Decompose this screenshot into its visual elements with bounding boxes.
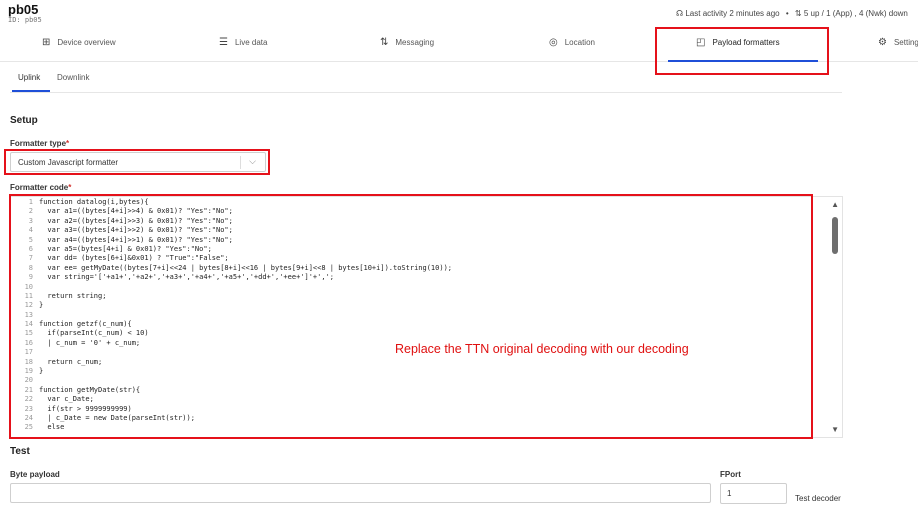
last-activity-text: Last activity 2 minutes ago — [685, 9, 780, 18]
byte-payload-label: Byte payload — [10, 470, 60, 479]
activity-status: ☊ Last activity 2 minutes ago • ⇅ 5 up /… — [676, 9, 908, 18]
tab-uplink[interactable]: Uplink — [18, 73, 40, 82]
label-text: Formatter type — [10, 139, 67, 148]
formatter-code-label: Formatter code* — [10, 183, 71, 192]
fport-input[interactable] — [720, 483, 787, 504]
highlight-box-code — [9, 194, 813, 439]
setup-heading: Setup — [10, 115, 38, 126]
nav-messaging[interactable]: ⇅ Messaging — [380, 37, 434, 48]
device-id: ID: pb05 — [8, 16, 42, 24]
arrows-updown-icon: ⇅ — [380, 37, 389, 48]
gear-icon: ⚙ — [878, 37, 887, 48]
list-icon: ☰ — [219, 37, 228, 48]
frame-counts: ⇅ 5 up / 1 (App) , 4 (Nwk) down — [794, 9, 908, 18]
nav-device-overview[interactable]: ⊞ Device overview — [42, 37, 116, 48]
fport-label: FPort — [720, 470, 741, 479]
nav-settings[interactable]: ⚙ Settings — [878, 37, 918, 48]
nav-label: Device overview — [57, 38, 116, 47]
scroll-up-arrow-icon[interactable]: ▲ — [831, 200, 839, 209]
scrollbar-thumb[interactable] — [832, 217, 838, 254]
required-mark: * — [66, 139, 70, 148]
nav-location[interactable]: ◎ Location — [549, 37, 595, 48]
activity-icon: ☊ — [676, 9, 684, 18]
scroll-down-arrow-icon[interactable]: ▼ — [831, 425, 839, 434]
tab-downlink[interactable]: Downlink — [57, 73, 89, 82]
highlight-box-formatter-type — [4, 149, 270, 175]
test-heading: Test — [10, 446, 30, 457]
test-decoder-button[interactable]: Test decoder — [795, 494, 841, 503]
nav-label: Live data — [234, 38, 268, 47]
device-name: pb05 — [8, 2, 39, 17]
nav-live-data[interactable]: ☰ Live data — [219, 37, 267, 48]
location-pin-icon: ◎ — [549, 37, 558, 48]
highlight-box-payload-tab — [655, 27, 829, 75]
required-mark: * — [68, 183, 72, 192]
subtab-divider — [10, 92, 842, 93]
separator-dot: • — [785, 9, 789, 18]
nav-label: Messaging — [395, 38, 435, 47]
formatter-type-label: Formatter type* — [10, 139, 69, 148]
label-text: Formatter code — [10, 183, 69, 192]
byte-payload-input[interactable] — [10, 483, 711, 503]
nav-label: Settings — [893, 38, 918, 47]
grid-icon: ⊞ — [42, 37, 51, 48]
nav-label: Location — [564, 38, 595, 47]
